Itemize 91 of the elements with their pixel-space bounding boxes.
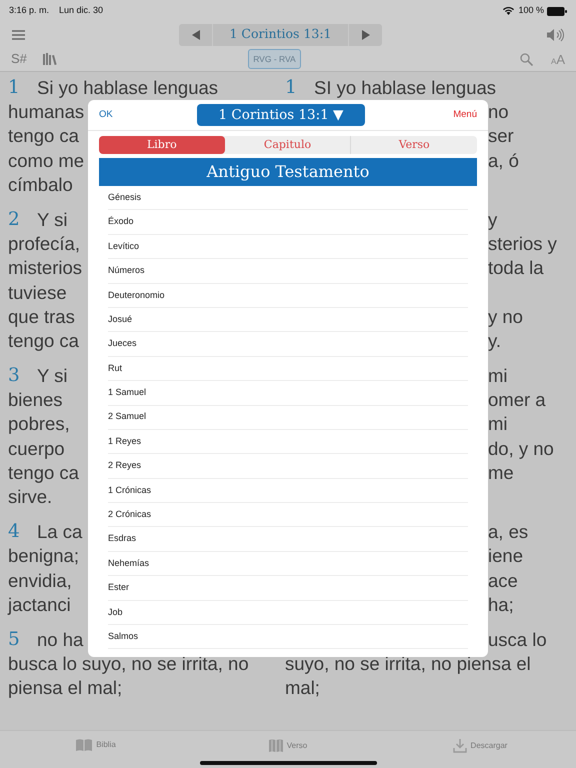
verse-text: busca lo suyo, no se irrita, no <box>8 652 249 676</box>
search-icon[interactable] <box>520 52 533 66</box>
verse-text: me <box>488 460 514 485</box>
verse-text: ha; <box>488 592 514 617</box>
book-item[interactable]: Rut <box>108 362 122 376</box>
book-item[interactable]: 2 Samuel <box>108 410 146 424</box>
status-date: Lun dic. 30 <box>59 4 104 18</box>
section-header: Antiguo Testamento <box>99 158 477 186</box>
books-icon <box>268 739 283 752</box>
download-icon <box>452 739 467 753</box>
verse-number: 1 <box>285 76 298 100</box>
verse-text: mi <box>488 364 508 388</box>
verse-text: piensa el mal; <box>8 676 122 700</box>
verse-text: misterios <box>8 256 82 280</box>
verse-number: 3 <box>8 364 21 388</box>
verse-text: pobres, <box>8 412 70 436</box>
reference-dropdown[interactable]: 1 Corintios 13:1 ▼ <box>197 104 365 126</box>
verse-text: La ca <box>37 520 82 544</box>
verse-text: suyo, no se irrita, no piensa el <box>285 652 531 676</box>
verse-text: profecía, <box>8 232 80 256</box>
verse-text: tengo ca <box>8 328 79 353</box>
book-item[interactable]: Deuteronomio <box>108 288 165 302</box>
book-item[interactable]: 2 Crónicas <box>108 508 152 522</box>
verse-text: do, y no <box>488 436 554 461</box>
verse-text: SI yo hablase lenguas <box>314 76 496 100</box>
book-item[interactable]: 1 Reyes <box>108 434 142 448</box>
verse-number: 5 <box>8 628 21 652</box>
menu-icon[interactable] <box>12 30 25 40</box>
right-triangle-icon <box>362 30 370 40</box>
verse-text: címbalo <box>8 172 73 197</box>
picker-tab[interactable]: Libro <box>99 136 225 154</box>
verse-number: 1 <box>8 76 21 100</box>
verse-text: humanas <box>8 100 84 124</box>
verse-text: y <box>488 208 498 232</box>
ok-button[interactable]: OK <box>99 108 139 122</box>
book-item[interactable]: Job <box>108 606 123 620</box>
book-item[interactable]: 2 Reyes <box>108 459 142 473</box>
menu-button[interactable]: Menú <box>437 108 477 122</box>
verse-text: Si yo hablase lenguas <box>37 76 218 100</box>
wifi-icon <box>503 7 514 15</box>
verse-text: toda la <box>488 256 544 280</box>
verse-text: jactanci <box>8 592 71 617</box>
book-item[interactable]: Génesis <box>108 190 142 204</box>
book-item[interactable]: Números <box>108 264 145 278</box>
verse-text: bienes <box>8 388 63 412</box>
verse-text: cuerpo <box>8 436 65 461</box>
verse-text: mi <box>488 412 508 436</box>
verse-text: benigna; <box>8 544 79 568</box>
verse-text: usca lo <box>488 628 547 652</box>
verse-text: omer a <box>488 388 546 412</box>
verse-text: a, es <box>488 520 528 544</box>
verse-text: ser <box>488 124 514 148</box>
picker-tab[interactable]: Capitulo <box>224 136 350 154</box>
verse-text: iene <box>488 544 523 568</box>
books-icon[interactable] <box>42 53 57 65</box>
verse-text: tuviese <box>8 280 67 304</box>
verse-number: 4 <box>8 520 21 544</box>
book-item[interactable]: Éxodo <box>108 215 134 229</box>
status-time: 3:16 p. m. <box>9 4 50 18</box>
verse-text: Y si <box>37 364 68 388</box>
book-item[interactable]: Jueces <box>108 337 137 351</box>
verse-text: como me <box>8 148 84 173</box>
verse-text: Y si <box>37 208 68 232</box>
speaker-icon[interactable] <box>546 28 564 42</box>
verse-text: a, ó <box>488 148 519 173</box>
book-item[interactable]: 1 Crónicas <box>108 484 152 498</box>
battery-icon <box>547 6 567 16</box>
book-item[interactable]: Salmos <box>108 630 138 644</box>
verse-text: tengo ca <box>8 460 79 485</box>
battery-percent: 100 % <box>518 4 544 18</box>
book-item[interactable]: 1 Samuel <box>108 386 146 400</box>
book-item[interactable]: Ester <box>108 581 130 595</box>
verse-text: ace <box>488 568 518 593</box>
verse-text: tengo ca <box>8 124 79 148</box>
verse-text: que tras <box>8 304 75 329</box>
verse-text: no ha <box>37 628 84 652</box>
verse-number: 2 <box>8 208 21 232</box>
verse-text: envidia, <box>8 568 72 593</box>
verse-text: sirve. <box>8 485 52 509</box>
book-icon <box>76 739 92 751</box>
book-item[interactable]: Esdras <box>108 532 136 546</box>
book-item[interactable]: Nehemías <box>108 556 150 570</box>
verse-text: y no <box>488 304 523 329</box>
book-item[interactable]: Levítico <box>108 240 140 254</box>
left-triangle-icon <box>192 30 200 40</box>
verse-text: sterios y <box>488 232 557 256</box>
verse-text: no <box>488 100 509 124</box>
verse-text: y. <box>488 328 502 353</box>
book-item[interactable]: Josué <box>108 312 132 326</box>
picker-tab[interactable]: Verso <box>350 136 478 154</box>
verse-text: mal; <box>285 676 320 700</box>
